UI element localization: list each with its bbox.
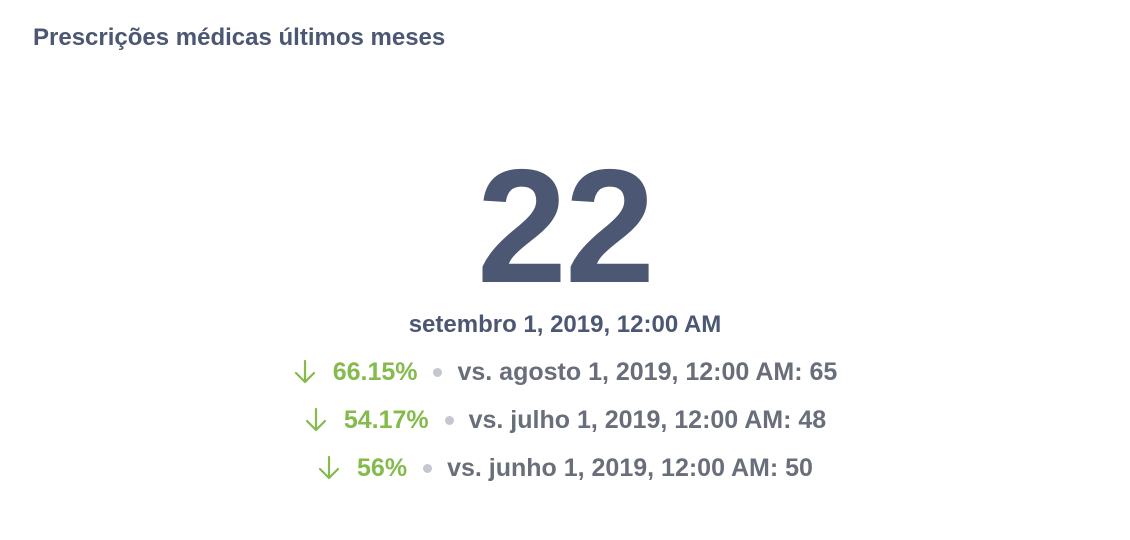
percent-change: 54.17% [343, 405, 429, 434]
comparison-label: vs. julho 1, 2019, 12:00 AM: 48 [468, 405, 827, 434]
arrow-down-icon [317, 454, 341, 482]
scalar-value-block: 22 [0, 146, 1130, 308]
separator-dot [444, 415, 454, 425]
comparison-row: 54.17% vs. julho 1, 2019, 12:00 AM: 48 [0, 396, 1130, 444]
period-label: setembro 1, 2019, 12:00 AM [408, 311, 722, 338]
comparison-list: 66.15% vs. agosto 1, 2019, 12:00 AM: 65 … [0, 348, 1130, 492]
comparison-label: vs. junho 1, 2019, 12:00 AM: 50 [447, 453, 813, 482]
separator-dot [423, 463, 433, 473]
scalar-value: 22 [476, 136, 655, 317]
comparison-label: vs. agosto 1, 2019, 12:00 AM: 65 [457, 357, 838, 386]
percent-change: 56% [357, 453, 408, 482]
comparison-row: 56% vs. junho 1, 2019, 12:00 AM: 50 [0, 444, 1130, 492]
card-title[interactable]: Prescrições médicas últimos meses [33, 24, 445, 52]
separator-dot [433, 367, 443, 377]
percent-change: 66.15% [332, 357, 418, 386]
arrow-down-icon [293, 358, 317, 386]
arrow-down-icon [304, 406, 328, 434]
comparison-row: 66.15% vs. agosto 1, 2019, 12:00 AM: 65 [0, 348, 1130, 396]
